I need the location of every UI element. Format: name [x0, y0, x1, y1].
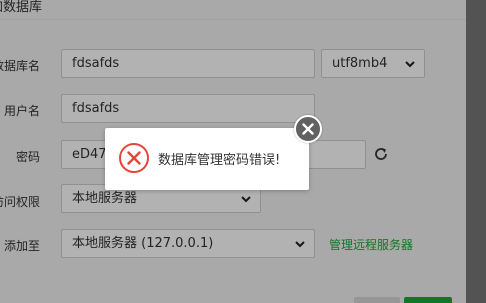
error-alert: 数据库管理密码错误!: [105, 128, 309, 190]
error-circle-x-icon: [119, 143, 149, 173]
screen: 加数据库 数据库名 fdsafds utf8mb4 用户名 fdsafds 密码…: [0, 0, 486, 303]
close-icon: [302, 123, 314, 135]
alert-message: 数据库管理密码错误!: [158, 153, 281, 168]
alert-close-button[interactable]: [294, 115, 322, 143]
